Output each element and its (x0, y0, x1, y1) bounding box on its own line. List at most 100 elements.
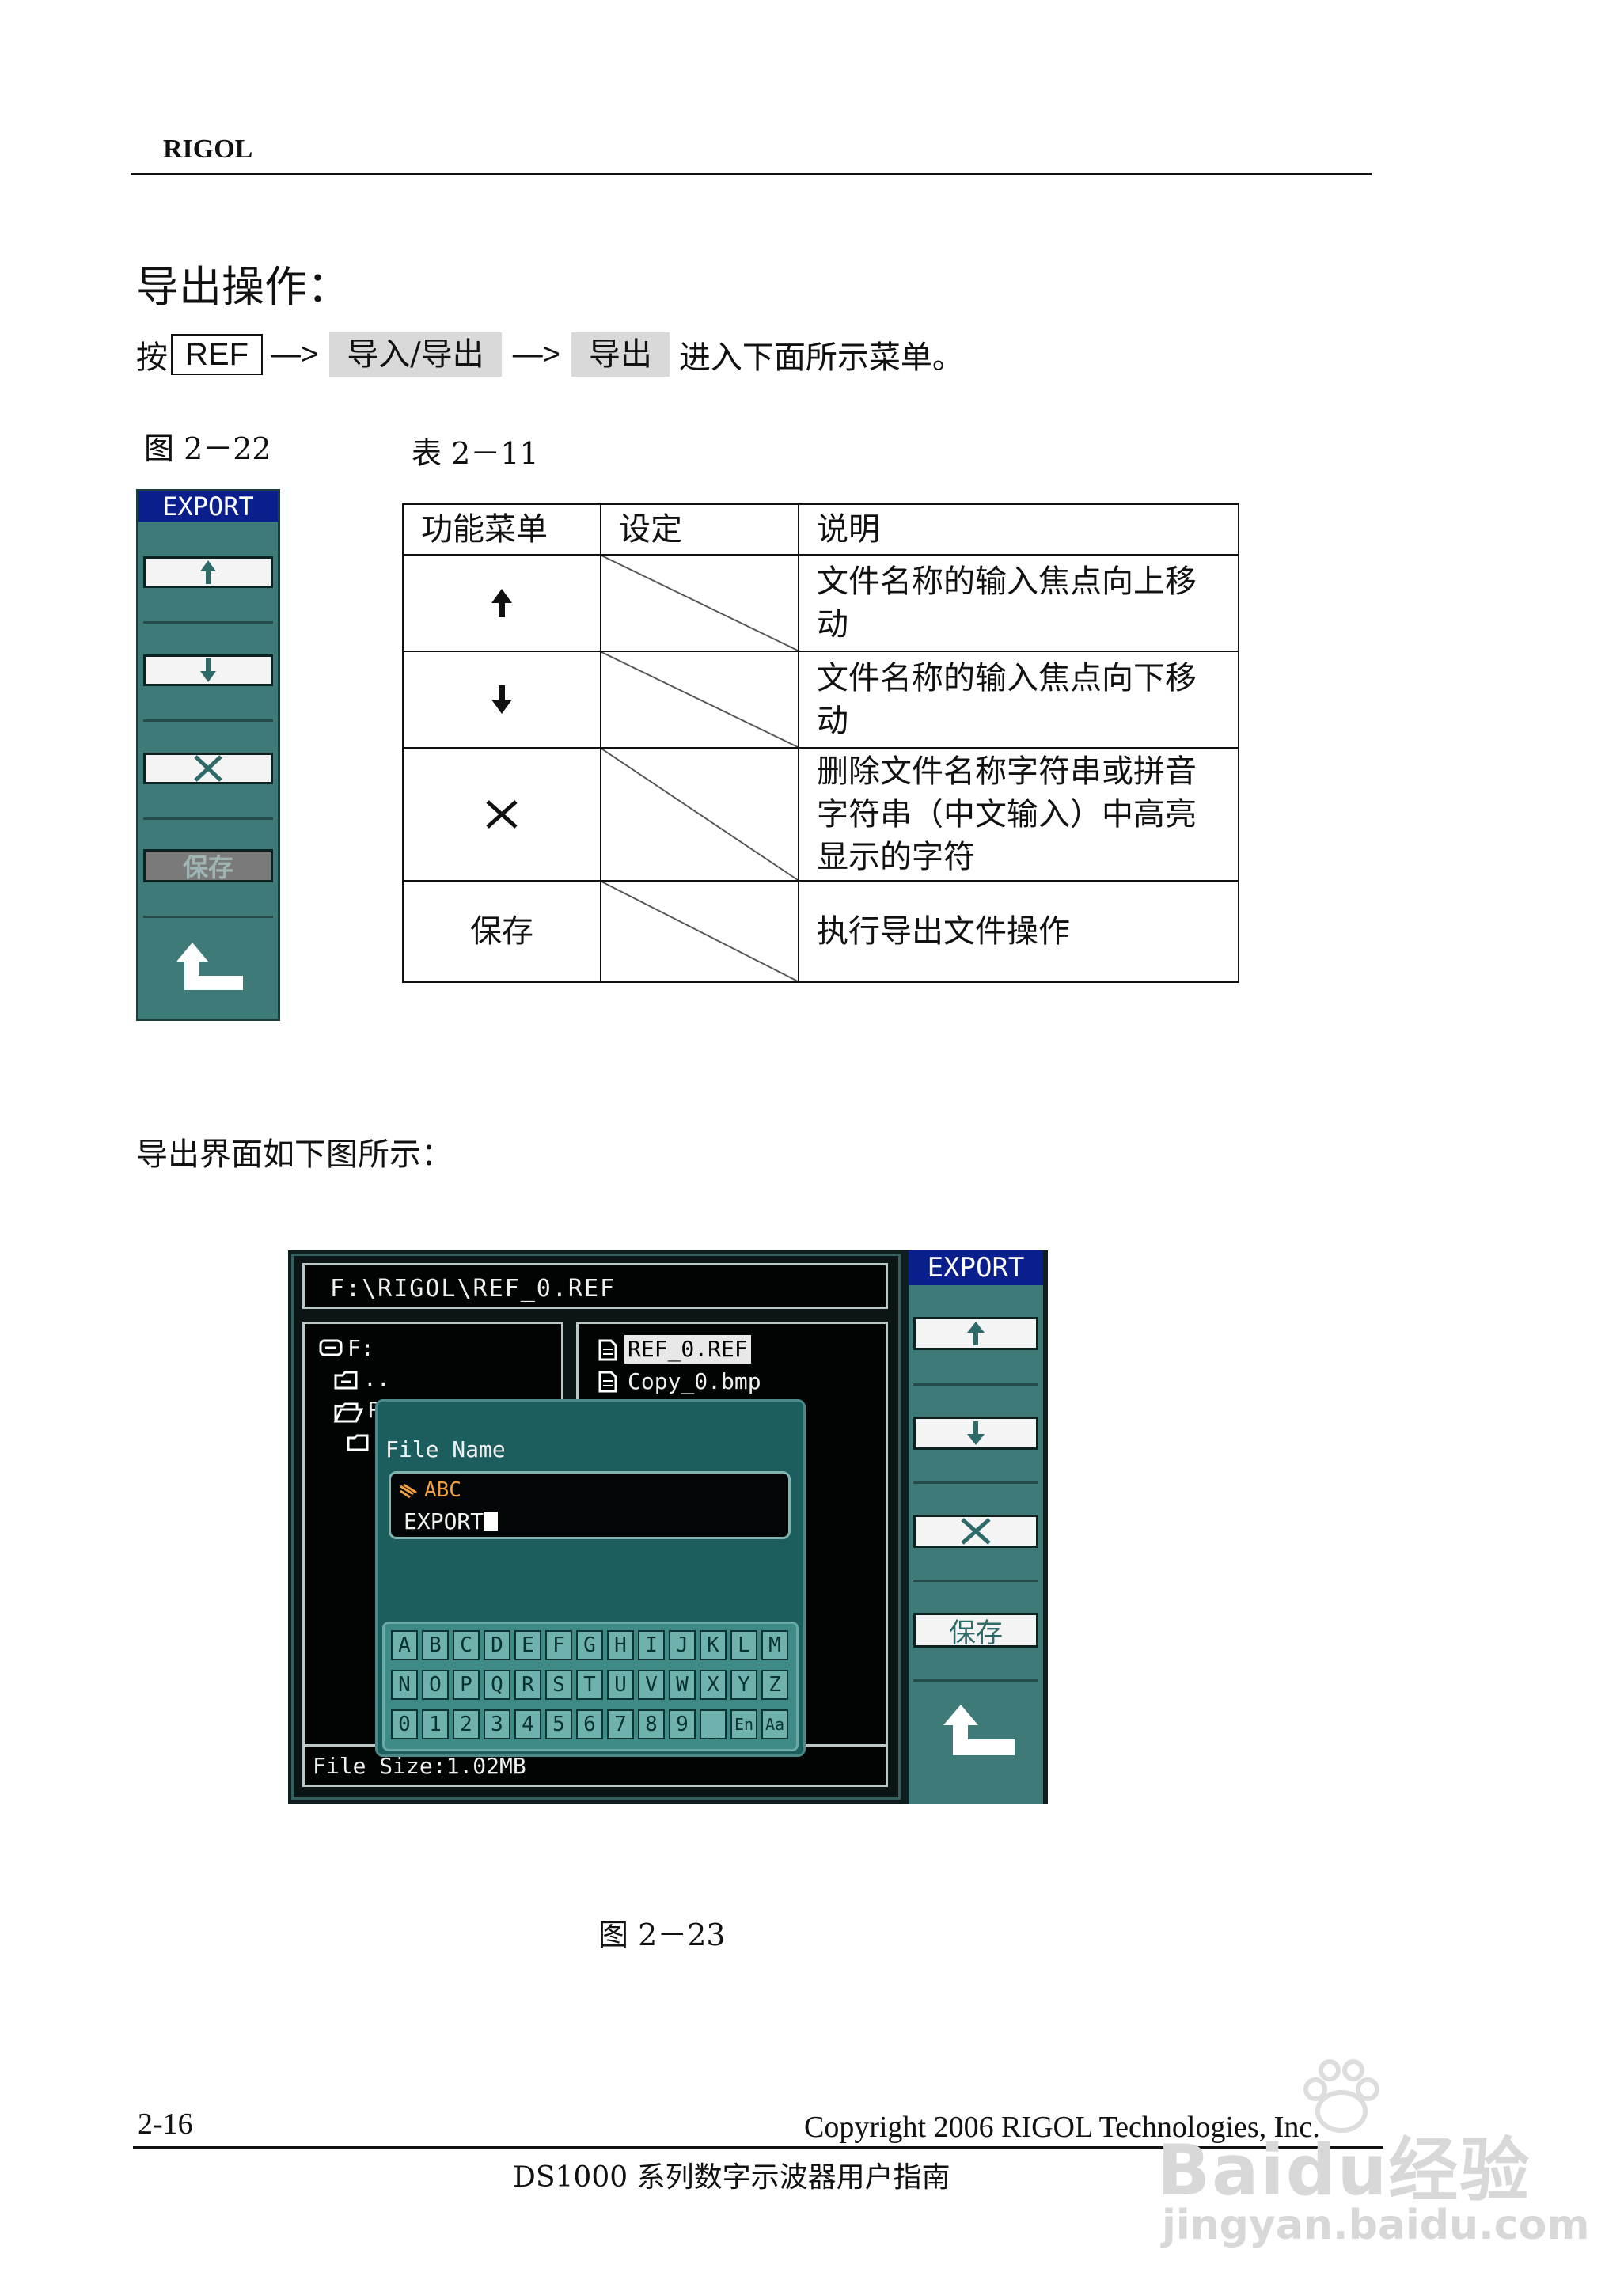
file-name-dialog: File Name ABC EXPORT ABCDEFGHIJKLM NOPQRS… (375, 1399, 806, 1757)
keyboard-key[interactable]: 2 (453, 1709, 480, 1739)
fig22-caption: 图 2－22 (144, 431, 271, 466)
row-save-desc: 执行导出文件操作 (798, 880, 1239, 983)
on-screen-keyboard: A B C D E F G H I J K L M N O P Q R S T U V W X Y Z 0 1 2 3 4 5 6 7 8 9 _ En A… (382, 1622, 799, 1751)
parent-label: .. (363, 1365, 390, 1391)
keyboard-key[interactable]: V (638, 1670, 665, 1700)
export-menu-large: EXPORT 保存 (909, 1250, 1043, 1804)
keyboard-key[interactable]: Aa (761, 1709, 788, 1739)
fig23-caption: 图 2－23 (598, 1918, 726, 1952)
keyboard-key[interactable]: O (422, 1670, 449, 1700)
up-arrow-icon (967, 1322, 985, 1345)
keyboard-key[interactable]: J (669, 1630, 696, 1660)
row-down-menu (402, 651, 601, 749)
row-up-menu (402, 554, 601, 652)
delete-x-icon (961, 1518, 991, 1545)
return-arrow-icon[interactable] (939, 1701, 1018, 1760)
keyboard-key[interactable]: X (700, 1670, 727, 1700)
keyboard-key[interactable]: I (638, 1630, 665, 1660)
path-text: F:\RIGOL\REF_0.REF (330, 1275, 617, 1303)
folder-icon (347, 1434, 369, 1451)
keyboard-key[interactable]: 1 (422, 1709, 449, 1739)
keyboard-key[interactable]: 8 (638, 1709, 665, 1739)
keyboard-key[interactable]: T (576, 1670, 603, 1700)
arrow-1: —> (271, 337, 319, 371)
file-item-selected[interactable]: REF_0.REF (624, 1335, 751, 1364)
delete-x-icon (194, 755, 222, 782)
keyboard-key[interactable]: En (730, 1709, 757, 1739)
keyboard-key[interactable]: 6 (576, 1709, 603, 1739)
row-up-setting (600, 554, 799, 652)
keyboard-key[interactable]: A (391, 1630, 418, 1660)
save-button[interactable]: 保存 (143, 849, 273, 882)
keyboard-key[interactable]: L (730, 1630, 757, 1660)
keyboard-key[interactable]: P (453, 1670, 480, 1700)
brand-logo-text: RIGOL (163, 135, 253, 164)
input-text: EXPORT (404, 1508, 484, 1534)
table-caption: 表 2－11 (412, 436, 539, 471)
delete-button[interactable] (913, 1515, 1038, 1548)
path-bar: F:\RIGOL\REF_0.REF (302, 1263, 888, 1309)
keyboard-key[interactable]: R (514, 1670, 541, 1700)
keyboard-key[interactable]: 7 (607, 1709, 634, 1739)
footer-subtitle: DS1000 系列数字示波器用户指南 (513, 2161, 950, 2194)
keyboard-key[interactable]: F (545, 1630, 572, 1660)
open-folder-icon (333, 1402, 363, 1423)
keyboard-key[interactable]: B (422, 1630, 449, 1660)
th-desc: 说明 (798, 503, 1239, 556)
instr-suffix: 进入下面所示菜单。 (678, 340, 964, 376)
menu-title: EXPORT (909, 1250, 1043, 1285)
keyboard-key[interactable]: 9 (669, 1709, 696, 1739)
keyboard-key[interactable]: M (761, 1630, 788, 1660)
save-button[interactable]: 保存 (913, 1613, 1038, 1649)
arrow-2: —> (512, 337, 560, 371)
keyboard-key[interactable]: S (545, 1670, 572, 1700)
row-delete-desc: 删除文件名称字符串或拼音字符串（中文输入）中高亮显示的字符 (798, 747, 1239, 882)
up-button[interactable] (913, 1317, 1038, 1350)
keyboard-key[interactable]: 5 (545, 1709, 572, 1739)
keyboard-key[interactable]: Y (730, 1670, 757, 1700)
down-arrow-icon (200, 658, 216, 682)
header-rule (131, 173, 1372, 175)
file-name-label: File Name (385, 1436, 506, 1462)
keyboard-key[interactable]: 0 (391, 1709, 418, 1739)
instr-prefix: 按 (136, 340, 168, 376)
row-down-desc: 文件名称的输入焦点向下移动 (798, 651, 1239, 749)
export-menu-small: EXPORT 保存 (136, 489, 280, 1021)
keyboard-key[interactable]: N (391, 1670, 418, 1700)
section-title: 导出操作： (136, 262, 350, 312)
down-arrow-icon (491, 685, 512, 714)
delete-button[interactable] (143, 753, 273, 784)
ref-key: REF (171, 334, 263, 375)
keyboard-key[interactable]: Z (761, 1670, 788, 1700)
file-name[interactable]: Copy_0.bmp (628, 1368, 761, 1394)
up-button[interactable] (143, 556, 273, 588)
down-button[interactable] (913, 1417, 1038, 1450)
keyboard-key[interactable]: C (453, 1630, 480, 1660)
keyboard-key[interactable]: K (700, 1630, 727, 1660)
function-table: 功能菜单 设定 说明 文件名称的输入焦点向上移动 文件名称的输入焦点向下移动 删… (402, 503, 1239, 983)
keyboard-key[interactable]: _ (700, 1709, 727, 1739)
th-menu: 功能菜单 (402, 503, 601, 556)
watermark-url: jingyan.baidu.com (1162, 2202, 1590, 2249)
keyboard-key[interactable]: 3 (484, 1709, 510, 1739)
keyboard-key[interactable]: H (607, 1630, 634, 1660)
drive-label: F: (347, 1335, 374, 1361)
return-arrow-icon[interactable] (172, 939, 246, 995)
parent-folder-icon (334, 1371, 358, 1390)
export-interface-text: 导出界面如下图所示： (136, 1136, 453, 1173)
softkey-export: 导出 (571, 332, 670, 377)
keyboard-key[interactable]: D (484, 1630, 510, 1660)
delete-x-icon (486, 800, 518, 829)
file-icon (598, 1371, 617, 1393)
row-delete-menu (402, 747, 601, 882)
file-name-input[interactable]: ABC EXPORT (389, 1471, 791, 1539)
keyboard-key[interactable]: U (607, 1670, 634, 1700)
keyboard-key[interactable]: Q (484, 1670, 510, 1700)
keyboard-key[interactable]: W (669, 1670, 696, 1700)
row-save-setting (600, 880, 799, 983)
keyboard-key[interactable]: G (576, 1630, 603, 1660)
keyboard-key[interactable]: 4 (514, 1709, 541, 1739)
pen-icon (400, 1483, 417, 1499)
keyboard-key[interactable]: E (514, 1630, 541, 1660)
down-button[interactable] (143, 654, 273, 686)
